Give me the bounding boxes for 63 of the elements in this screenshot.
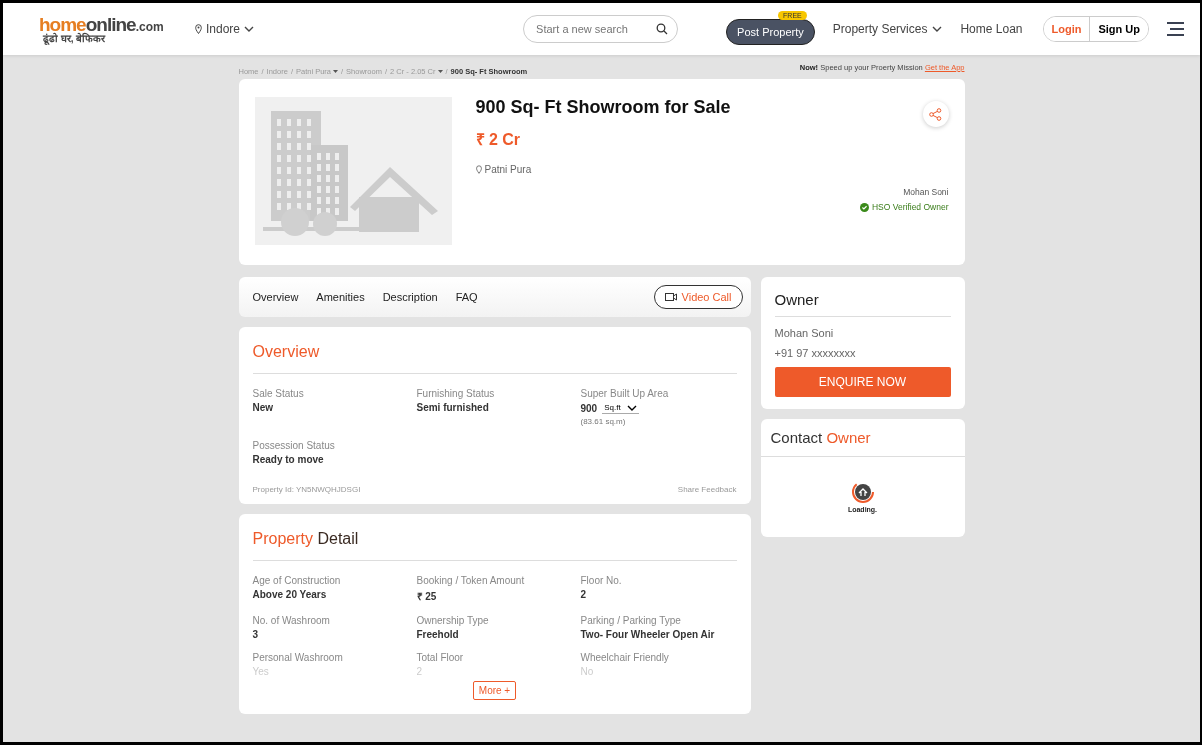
field-label: Floor No. [580, 575, 623, 586]
logo[interactable]: homeonline.com [39, 14, 189, 34]
field-value: ₹ 25 [416, 590, 438, 603]
menu-icon[interactable] [1167, 22, 1184, 36]
loading-spinner-icon [851, 481, 874, 503]
search-field[interactable]: Start a new search [523, 15, 679, 43]
section-heading: Overview [252, 341, 737, 374]
location-pin-icon [195, 24, 202, 34]
field-label: Total Floor [416, 652, 465, 663]
field-label: Sale Status [252, 388, 305, 399]
more-button[interactable]: More + [472, 681, 517, 700]
field-value: New [252, 402, 275, 413]
section-tab[interactable]: Amenities [316, 291, 374, 303]
section-tab[interactable]: Overview [252, 291, 308, 303]
field-subtext: (83.61 sq.m) [580, 417, 627, 426]
field-label: Ownership Type [416, 615, 490, 626]
section-tab[interactable]: Description [382, 291, 447, 303]
section-heading: Property Detail [252, 528, 737, 561]
field-label: Age of Construction [252, 575, 342, 586]
card-heading: Contact Owner [760, 419, 965, 457]
unit-dropdown[interactable]: Sq.ft [602, 402, 639, 414]
share-icon [929, 107, 942, 121]
nav-link[interactable]: Home Loan [960, 22, 1023, 36]
location-pin-icon [475, 165, 482, 174]
card-heading: Owner [774, 289, 951, 317]
section-tab[interactable]: FAQ [455, 291, 487, 303]
field-value: 3 [252, 629, 260, 640]
caret-icon [626, 404, 637, 411]
check-circle-icon [859, 202, 869, 212]
field-label: No. of Washroom [252, 615, 331, 626]
owner-phone: +91 97 xxxxxxxx [774, 347, 857, 359]
field-label: Furnishing Status [416, 388, 496, 399]
locality-label: Patni Pura [475, 164, 532, 175]
field-value: 900 [580, 402, 598, 414]
field-value: Freehold [416, 629, 460, 640]
verified-owner-label: HSO Verified Owner [859, 202, 949, 212]
search-icon [656, 23, 669, 35]
listing-price: ₹ 2 Cr [475, 130, 521, 150]
logo-tagline: ढूंढो घर, बेफिकर [43, 33, 107, 44]
field-value: Two- Four Wheeler Open Air [580, 629, 716, 640]
field-value: 2 [580, 589, 588, 600]
video-camera-icon [664, 293, 677, 301]
field-label: Parking / Parking Type [580, 615, 682, 626]
field-value: Above 20 Years [252, 589, 328, 600]
post-property-button[interactable]: Post Property [726, 19, 815, 45]
caret-icon [333, 69, 338, 73]
field-label: Possession Status [252, 440, 336, 451]
caret-icon [244, 26, 255, 32]
property-id: Property Id: YN5NWQHJDSGI [252, 485, 361, 494]
field-value: Ready to move [252, 454, 325, 465]
field-value: Semi furnished [416, 402, 490, 413]
video-call-button[interactable]: Video Call [653, 285, 743, 309]
nav-link[interactable]: Property Services [832, 22, 943, 36]
owner-name: Mohan Soni [774, 327, 835, 339]
city-selector[interactable]: Indore [195, 22, 255, 36]
field-label: Personal Washroom [252, 652, 344, 663]
owner-name: Mohan Soni [903, 187, 949, 197]
field-label: Booking / Token Amount [416, 575, 526, 586]
caret-icon [932, 26, 943, 32]
listing-title: 900 Sq- Ft Showroom for Sale [475, 97, 731, 118]
caret-icon [437, 69, 443, 73]
field-label: Wheelchair Friendly [580, 652, 670, 663]
field-label: Super Built Up Area [580, 388, 670, 399]
